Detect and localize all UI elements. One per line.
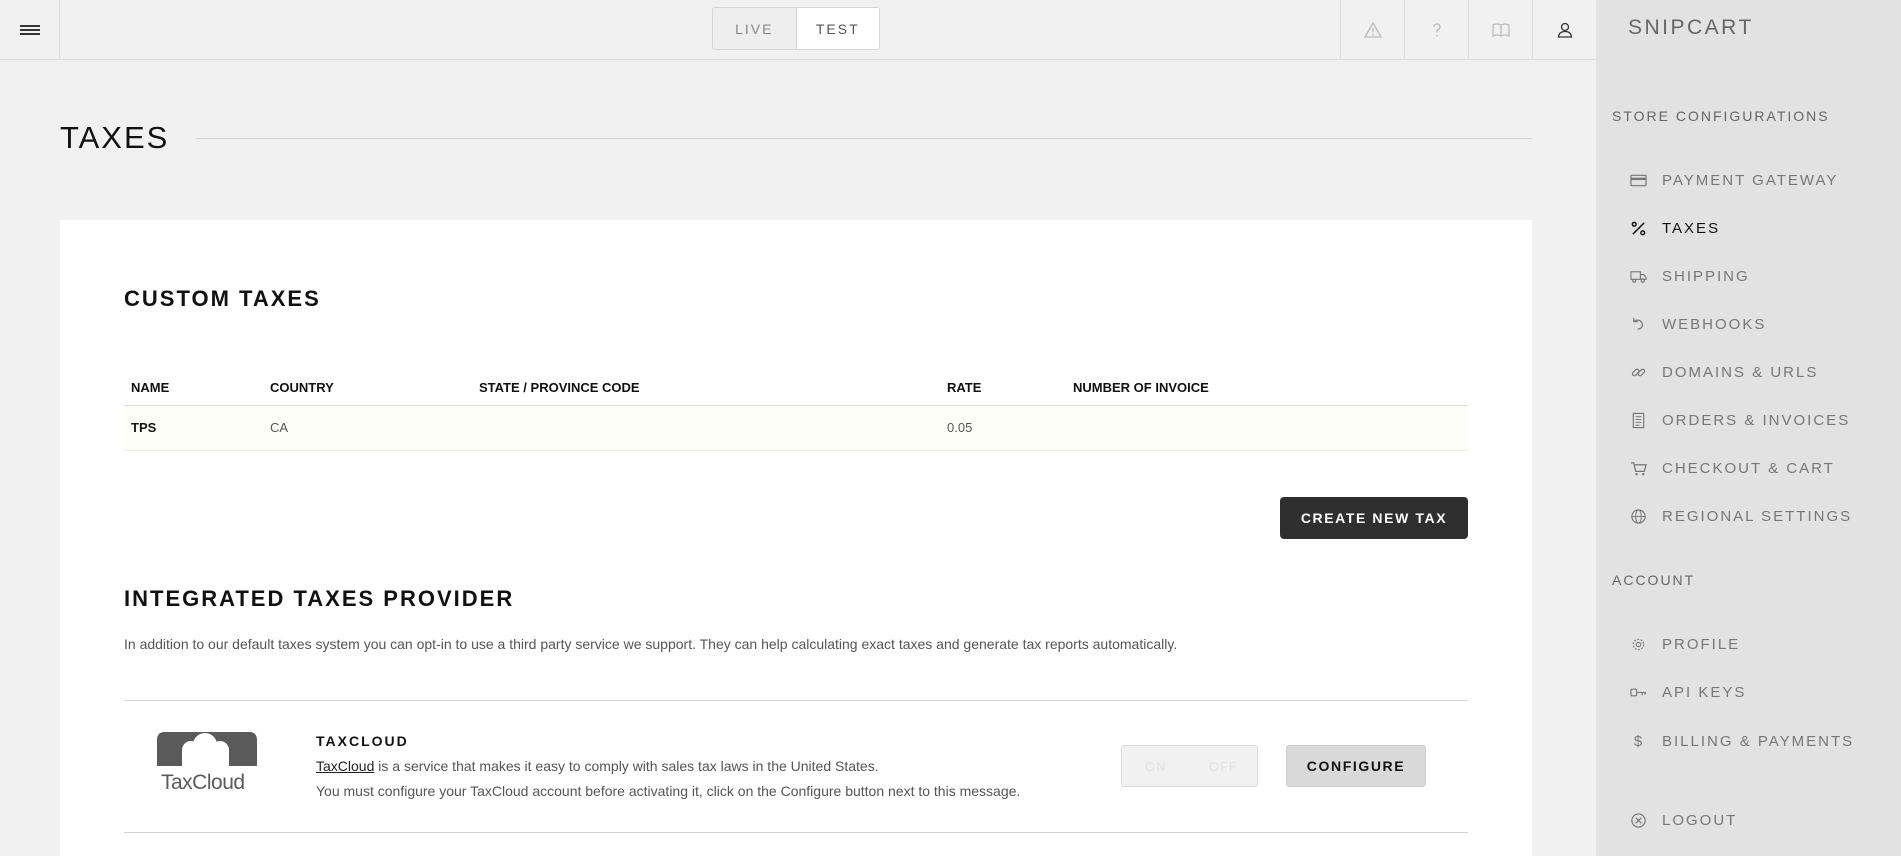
- settings-sidebar: SNIPCART STORE CONFIGURATIONS PAYMENT GA…: [1596, 0, 1901, 856]
- column-header-state: STATE / PROVINCE CODE: [472, 370, 940, 406]
- provider-divider-top: [124, 700, 1468, 701]
- taxcloud-toggle[interactable]: ON OFF: [1121, 745, 1258, 787]
- taxcloud-link[interactable]: TaxCloud: [316, 758, 374, 774]
- user-icon[interactable]: [1532, 0, 1596, 59]
- tax-name-cell: TPS: [124, 405, 263, 451]
- taxes-card: CUSTOM TAXES NAME COUNTRY STATE / PROVIN…: [60, 220, 1532, 856]
- docs-book-icon[interactable]: [1468, 0, 1532, 59]
- sidebar-item-regional-settings[interactable]: REGIONAL SETTINGS: [1628, 504, 1852, 528]
- sidebar-item-profile[interactable]: PROFILE: [1628, 632, 1740, 656]
- column-header-name: NAME: [124, 370, 263, 406]
- create-new-tax-button[interactable]: CREATE NEW TAX: [1280, 497, 1468, 539]
- sidebar-item-webhooks[interactable]: WEBHOOKS: [1628, 312, 1766, 336]
- credit-card-icon: [1628, 170, 1648, 190]
- taxcloud-description: TaxCloud is a service that makes it easy…: [316, 758, 879, 774]
- tax-invoices-cell: [1066, 405, 1468, 451]
- toggle-on[interactable]: ON: [1122, 746, 1190, 786]
- receipt-icon: [1628, 410, 1648, 430]
- truck-icon: [1628, 266, 1648, 286]
- mode-toggle: LIVE TEST: [712, 7, 880, 50]
- taxcloud-logo: TaxCloud: [155, 730, 259, 796]
- percent-icon: [1628, 218, 1648, 238]
- cart-icon: [1628, 458, 1648, 478]
- link-icon: [1628, 362, 1648, 382]
- custom-taxes-table: NAME COUNTRY STATE / PROVINCE CODE RATE …: [124, 370, 1468, 451]
- taxcloud-instructions: You must configure your TaxCloud account…: [316, 783, 1021, 799]
- mode-live-button[interactable]: LIVE: [713, 8, 796, 49]
- globe-icon: [1628, 506, 1648, 526]
- top-bar: LIVE TEST: [0, 0, 1596, 60]
- sidebar-item-orders[interactable]: ORDERS & INVOICES: [1628, 408, 1850, 432]
- logout-icon: [1628, 810, 1648, 830]
- column-header-rate: RATE: [940, 370, 1066, 406]
- integrated-taxes-heading: INTEGRATED TAXES PROVIDER: [124, 586, 515, 611]
- provider-divider-bottom: [124, 832, 1468, 833]
- title-divider: [196, 138, 1532, 139]
- account-heading: ACCOUNT: [1612, 572, 1696, 588]
- sidebar-item-taxes[interactable]: TAXES: [1628, 216, 1720, 240]
- taxcloud-title: TAXCLOUD: [316, 733, 409, 749]
- column-header-invoices: NUMBER OF INVOICE: [1066, 370, 1468, 406]
- sidebar-item-billing[interactable]: $ BILLING & PAYMENTS: [1628, 729, 1854, 753]
- toggle-off[interactable]: OFF: [1190, 746, 1258, 786]
- sidebar-item-payment-gateway[interactable]: PAYMENT GATEWAY: [1628, 168, 1838, 192]
- custom-taxes-heading: CUSTOM TAXES: [124, 286, 321, 311]
- key-icon: [1628, 682, 1648, 702]
- tax-country-cell: CA: [263, 405, 472, 451]
- mode-test-button[interactable]: TEST: [795, 8, 879, 49]
- dollar-icon: $: [1633, 732, 1643, 750]
- sidebar-item-logout[interactable]: LOGOUT: [1628, 808, 1737, 832]
- tax-rate-cell: 0.05: [940, 405, 1066, 451]
- sidebar-item-domains[interactable]: DOMAINS & URLS: [1628, 360, 1818, 384]
- undo-arrow-icon: [1628, 314, 1648, 334]
- help-icon[interactable]: [1404, 0, 1468, 59]
- gear-icon: [1628, 634, 1648, 654]
- table-row[interactable]: TPS CA 0.05: [124, 405, 1468, 451]
- brand-logo: SNIPCART: [1628, 16, 1754, 39]
- tax-state-cell: [472, 405, 940, 451]
- page-title: TAXES: [60, 120, 170, 155]
- store-configurations-heading: STORE CONFIGURATIONS: [1612, 108, 1830, 124]
- column-header-country: COUNTRY: [263, 370, 472, 406]
- integrated-taxes-description: In addition to our default taxes system …: [124, 636, 1178, 652]
- sidebar-item-checkout[interactable]: CHECKOUT & CART: [1628, 456, 1835, 480]
- warning-icon[interactable]: [1340, 0, 1404, 59]
- sidebar-item-shipping[interactable]: SHIPPING: [1628, 264, 1750, 288]
- menu-icon[interactable]: [0, 0, 60, 59]
- sidebar-item-api-keys[interactable]: API KEYS: [1628, 680, 1746, 704]
- configure-button[interactable]: CONFIGURE: [1286, 745, 1426, 787]
